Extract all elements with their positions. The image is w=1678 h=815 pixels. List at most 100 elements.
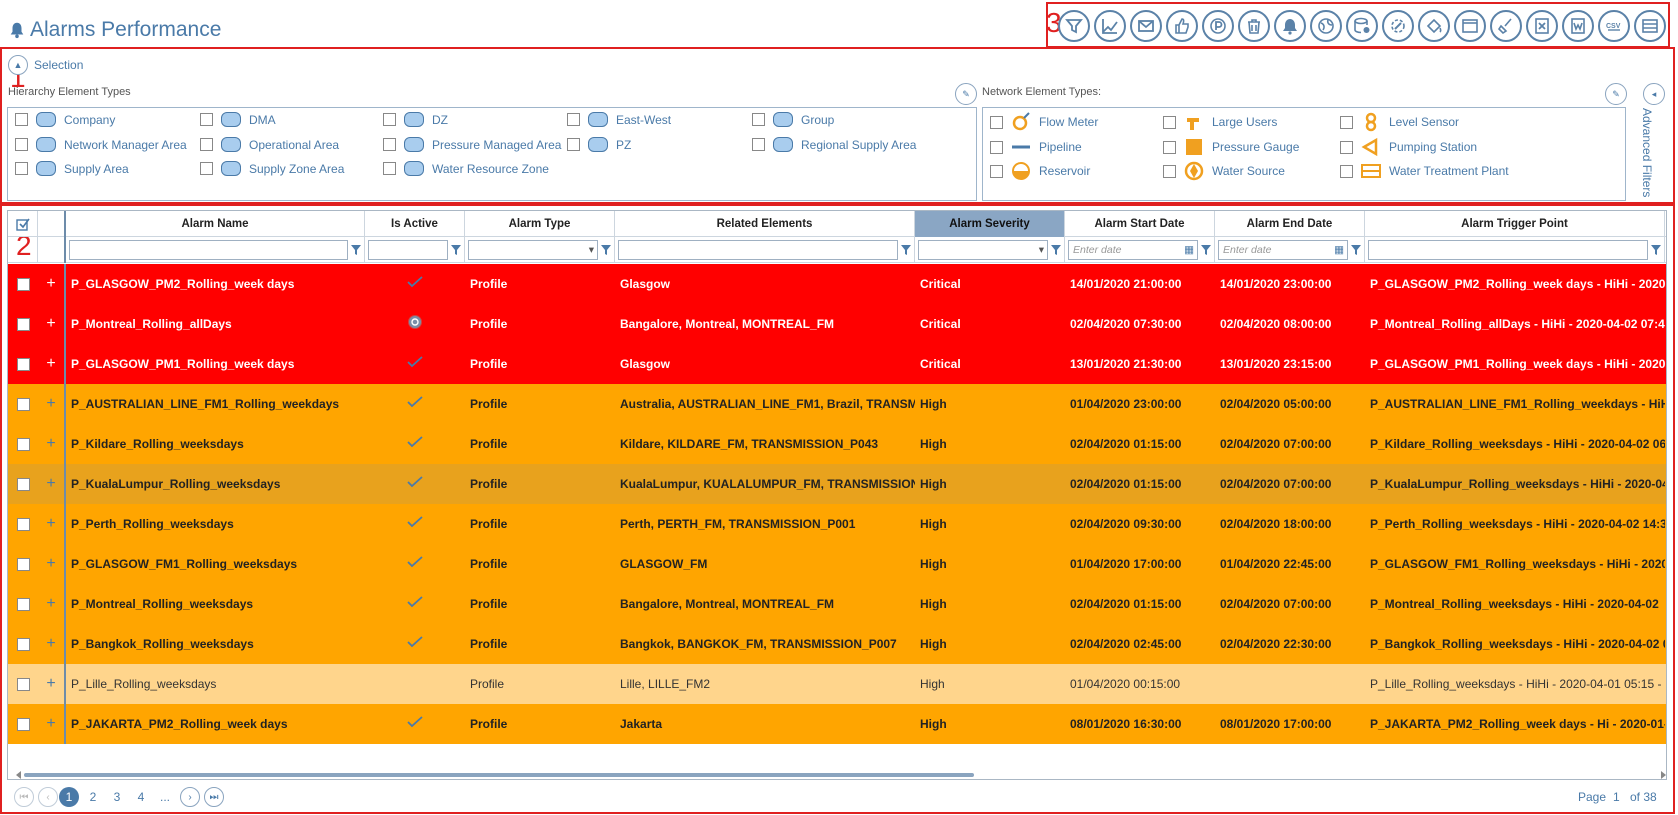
network-item[interactable]: Pumping Station — [1340, 137, 1477, 157]
checkbox[interactable] — [200, 162, 213, 175]
network-item[interactable]: Water Treatment Plant — [1340, 161, 1509, 181]
table-row[interactable]: + P_Perth_Rolling_weeksdays Profile Perth, … — [8, 504, 1666, 544]
collapse-left-icon[interactable]: ◂ — [1643, 83, 1665, 105]
filter-input[interactable] — [368, 240, 448, 260]
expand-row-icon[interactable]: + — [38, 584, 66, 624]
hierarchy-item[interactable]: Supply Zone Area — [200, 161, 344, 176]
hierarchy-item[interactable]: DMA — [200, 112, 276, 127]
table-row[interactable]: + P_JAKARTA_PM2_Rolling_week days Profile J… — [8, 704, 1666, 744]
database-settings-icon[interactable] — [1346, 10, 1378, 42]
network-item[interactable]: Flow Meter — [990, 112, 1098, 132]
columns-icon[interactable] — [1634, 10, 1666, 42]
hierarchy-item[interactable]: Pressure Managed Area — [383, 137, 561, 152]
page-current[interactable]: 1 — [59, 787, 79, 807]
filter-icon[interactable] — [1351, 244, 1361, 256]
expand-row-icon[interactable]: + — [38, 664, 66, 704]
filter-icon[interactable] — [1651, 244, 1661, 256]
hierarchy-edit-icon[interactable]: ✎ — [955, 83, 977, 105]
select-all-icon[interactable] — [8, 211, 38, 237]
filter-icon[interactable] — [1051, 244, 1061, 256]
row-checkbox[interactable] — [16, 637, 30, 651]
row-checkbox[interactable] — [16, 477, 30, 491]
filter-icon[interactable] — [601, 244, 611, 256]
hierarchy-item[interactable]: Regional Supply Area — [752, 137, 916, 152]
filter-input[interactable] — [618, 240, 898, 260]
checkbox[interactable] — [383, 138, 396, 151]
network-item[interactable]: Water Source — [1163, 161, 1285, 181]
page-link[interactable]: ... — [155, 787, 175, 807]
network-item[interactable]: Large Users — [1163, 112, 1277, 132]
network-edit-icon[interactable]: ✎ — [1605, 83, 1627, 105]
hierarchy-item[interactable]: Water Resource Zone — [383, 161, 549, 176]
checkbox[interactable] — [1163, 164, 1176, 178]
row-checkbox[interactable] — [16, 397, 30, 411]
checkbox[interactable] — [15, 162, 28, 175]
checkbox[interactable] — [15, 138, 28, 151]
expand-row-icon[interactable]: + — [38, 704, 66, 744]
row-checkbox[interactable] — [16, 597, 30, 611]
checkbox[interactable] — [752, 138, 765, 151]
prev-page-icon[interactable]: ‹ — [38, 787, 58, 807]
row-checkbox[interactable] — [16, 357, 30, 371]
filter-input[interactable] — [1368, 240, 1648, 260]
filter-icon[interactable] — [901, 244, 911, 256]
expand-row-icon[interactable]: + — [38, 304, 66, 344]
expand-row-icon[interactable]: + — [38, 504, 66, 544]
table-row[interactable]: + P_Montreal_Rolling_weeksdays Profile Bang… — [8, 584, 1666, 624]
row-checkbox[interactable] — [16, 517, 30, 531]
column-header[interactable]: Alarm End Date — [1215, 211, 1365, 237]
checkbox[interactable] — [383, 113, 396, 126]
filter-input[interactable]: ▾ — [918, 240, 1048, 260]
table-row[interactable]: + P_GLASGOW_PM1_Rolling_week days Profile G… — [8, 344, 1666, 384]
calendar-icon[interactable]: ▦ — [1184, 244, 1197, 256]
chevron-down-icon[interactable]: ▾ — [1039, 244, 1047, 256]
network-item[interactable]: Pipeline — [990, 137, 1082, 157]
network-item[interactable]: Level Sensor — [1340, 112, 1459, 132]
column-header[interactable]: Is Active — [365, 211, 465, 237]
table-row[interactable]: + P_GLASGOW_FM1_Rolling_weeksdays Profile G… — [8, 544, 1666, 584]
chevron-down-icon[interactable]: ▾ — [589, 244, 597, 256]
checkbox[interactable] — [383, 162, 396, 175]
hierarchy-item[interactable]: Supply Area — [15, 161, 129, 176]
table-row[interactable]: + P_GLASGOW_PM2_Rolling_week days Profile G… — [8, 264, 1666, 304]
checkbox[interactable] — [1340, 164, 1353, 178]
column-header[interactable]: Alarm Trigger Point — [1365, 211, 1665, 237]
page-link[interactable]: 3 — [107, 787, 127, 807]
email-icon[interactable] — [1130, 10, 1162, 42]
first-page-icon[interactable]: ⏮ — [14, 787, 34, 807]
tools-icon[interactable] — [1382, 10, 1414, 42]
expand-row-icon[interactable]: + — [38, 464, 66, 504]
row-checkbox[interactable] — [16, 677, 30, 691]
page-number[interactable]: 1 — [1613, 790, 1620, 804]
hierarchy-item[interactable]: Operational Area — [200, 137, 339, 152]
collapse-up-icon[interactable]: ▲ — [8, 55, 28, 75]
network-item[interactable]: Pressure Gauge — [1163, 137, 1299, 157]
alarm-bell-icon[interactable] — [1274, 10, 1306, 42]
row-checkbox[interactable] — [16, 277, 30, 291]
expand-row-icon[interactable]: + — [38, 624, 66, 664]
table-row[interactable]: + P_AUSTRALIAN_LINE_FM1_Rolling_weekdays P… — [8, 384, 1666, 424]
next-page-icon[interactable]: › — [180, 787, 200, 807]
filter-input[interactable]: Enter date ▦ — [1218, 240, 1348, 260]
filter-input[interactable] — [69, 240, 348, 260]
hierarchy-item[interactable]: Network Manager Area — [15, 137, 187, 152]
table-row[interactable]: + P_Montreal_Rolling_allDays Profile Bangal… — [8, 304, 1666, 344]
page-link[interactable]: 2 — [83, 787, 103, 807]
last-page-icon[interactable]: ⏭ — [204, 787, 224, 807]
window-icon[interactable] — [1454, 10, 1486, 42]
checkbox[interactable] — [567, 113, 580, 126]
checkbox[interactable] — [1163, 140, 1176, 154]
row-checkbox[interactable] — [16, 557, 30, 571]
filter-icon[interactable] — [1201, 244, 1211, 256]
advanced-filters-tab[interactable]: Advanced Filters — [1640, 108, 1654, 197]
hierarchy-item[interactable]: Company — [15, 112, 115, 127]
filter-icon[interactable] — [351, 244, 361, 256]
selection-header[interactable]: ▲ Selection — [8, 55, 83, 75]
table-row[interactable]: + P_Kildare_Rolling_weeksdays Profile Kilda… — [8, 424, 1666, 464]
checkbox[interactable] — [567, 138, 580, 151]
checkbox[interactable] — [1340, 140, 1353, 154]
column-header[interactable]: Alarm Severity — [915, 211, 1065, 237]
column-header[interactable]: Alarm Start Date — [1065, 211, 1215, 237]
network-item[interactable]: Reservoir — [990, 161, 1090, 181]
broom-icon[interactable] — [1490, 10, 1522, 42]
